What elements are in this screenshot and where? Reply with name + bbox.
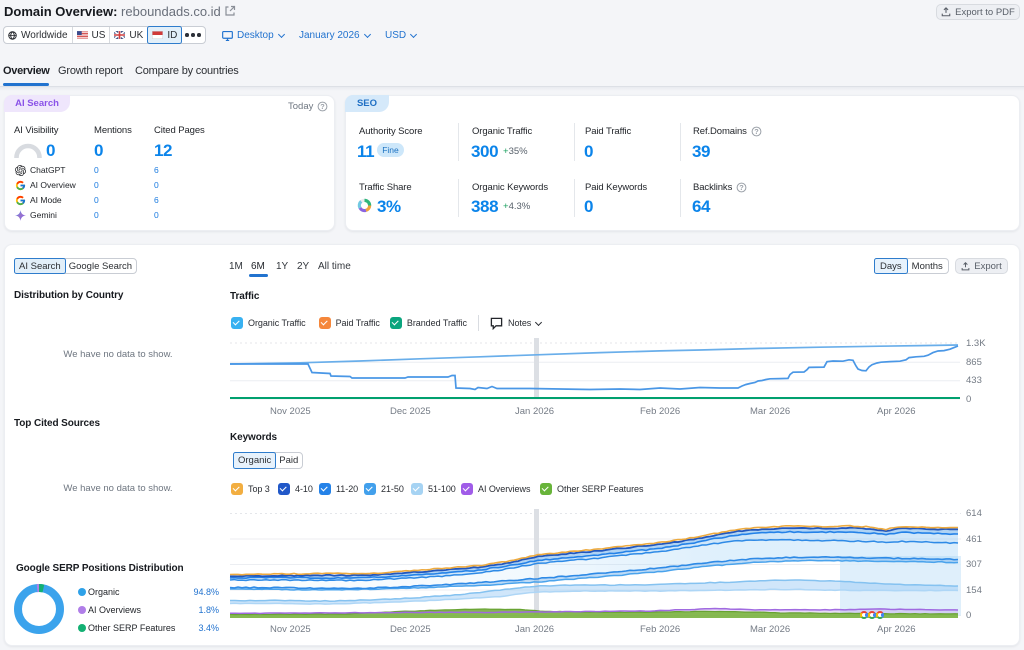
svg-text:?: ? — [754, 127, 759, 136]
svg-text:?: ? — [321, 102, 326, 111]
svg-text:?: ? — [740, 183, 745, 192]
